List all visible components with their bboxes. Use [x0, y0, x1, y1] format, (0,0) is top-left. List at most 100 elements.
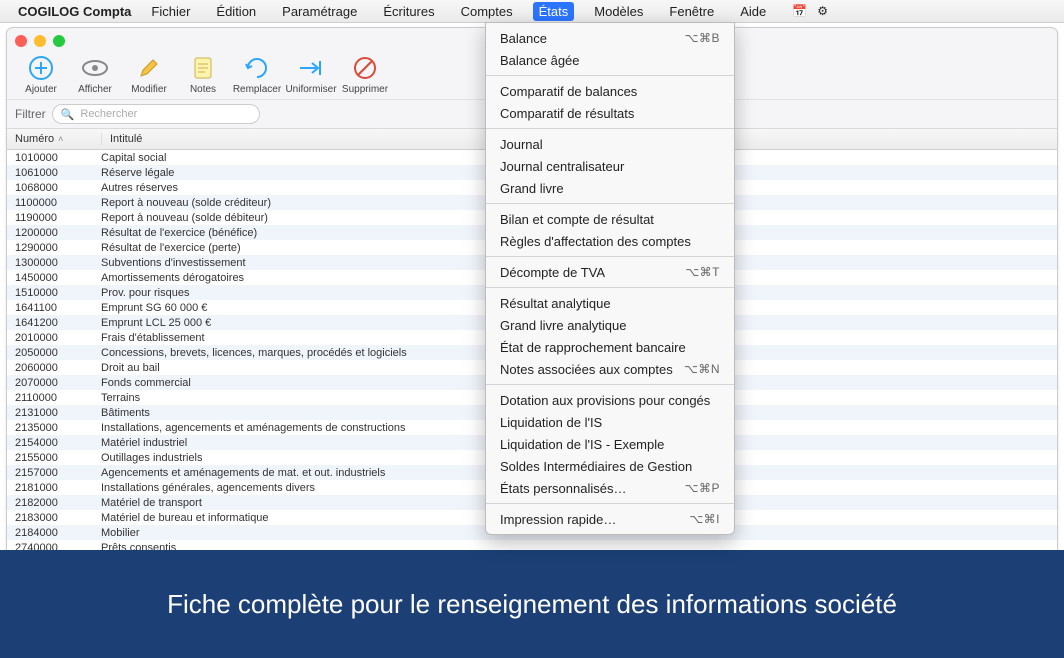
search-input[interactable]: 🔍 Rechercher — [52, 104, 260, 124]
menu-item[interactable]: Soldes Intermédiaires de Gestion — [486, 455, 734, 477]
menu-item[interactable]: Décompte de TVA ⌥⌘T — [486, 261, 734, 283]
etats-menu: Balance ⌥⌘B Balance âgée Comparatif de bala… — [485, 22, 735, 535]
menu-item-label: Décompte de TVA — [500, 265, 605, 280]
cell-numero: 1641100 — [7, 302, 97, 314]
menu-modèles[interactable]: Modèles — [588, 2, 649, 21]
menu-paramétrage[interactable]: Paramétrage — [276, 2, 363, 21]
menu-item[interactable]: Liquidation de l'IS - Exemple — [486, 433, 734, 455]
cell-numero: 2154000 — [7, 437, 97, 449]
cell-numero: 2070000 — [7, 377, 97, 389]
close-icon[interactable] — [15, 35, 27, 47]
menu-item-label: Balance — [500, 31, 547, 46]
cell-numero: 1450000 — [7, 272, 97, 284]
edit-button[interactable]: Modifier — [123, 54, 175, 95]
notes-label: Notes — [177, 84, 229, 95]
menu-separator — [486, 287, 734, 288]
menu-item-label: Balance âgée — [500, 53, 580, 68]
menu-item-label: Soldes Intermédiaires de Gestion — [500, 459, 692, 474]
cell-numero: 2110000 — [7, 392, 97, 404]
menu-item[interactable]: Grand livre — [486, 177, 734, 199]
menu-item[interactable]: Grand livre analytique — [486, 314, 734, 336]
menubar: COGILOG Compta Fichier Édition Paramétrage… — [0, 0, 1064, 23]
menu-comptes[interactable]: Comptes — [455, 2, 519, 21]
add-button[interactable]: Ajouter — [15, 54, 67, 95]
menu-item-label: Liquidation de l'IS — [500, 415, 602, 430]
menu-item[interactable]: Dotation aux provisions pour congés — [486, 389, 734, 411]
menu-item[interactable]: Liquidation de l'IS — [486, 411, 734, 433]
menu-item-label: Comparatif de résultats — [500, 106, 634, 121]
notes-button[interactable]: Notes — [177, 54, 229, 95]
filter-label: Filtrer — [15, 107, 46, 121]
cell-numero: 2157000 — [7, 467, 97, 479]
cell-numero: 1300000 — [7, 257, 97, 269]
minimize-icon[interactable] — [34, 35, 46, 47]
cell-numero: 2181000 — [7, 482, 97, 494]
banner: Fiche complète pour le renseignement des… — [0, 550, 1064, 658]
replace-button[interactable]: Remplacer — [231, 54, 283, 95]
cell-numero: 1290000 — [7, 242, 97, 254]
menu-separator — [486, 503, 734, 504]
cell-numero: 1010000 — [7, 152, 97, 164]
menu-item-label: Impression rapide… — [500, 512, 616, 527]
menu-item-label: Grand livre analytique — [500, 318, 626, 333]
menu-item[interactable]: Bilan et compte de résultat — [486, 208, 734, 230]
cell-numero: 2010000 — [7, 332, 97, 344]
menu-item[interactable]: Règles d'affectation des comptes — [486, 230, 734, 252]
menu-item[interactable]: Comparatif de balances — [486, 80, 734, 102]
column-numero[interactable]: Numéro˄ — [7, 133, 102, 145]
menu-item[interactable]: Comparatif de résultats — [486, 102, 734, 124]
add-label: Ajouter — [15, 84, 67, 95]
menu-item[interactable]: États personnalisés… ⌥⌘P — [486, 477, 734, 499]
menu-aide[interactable]: Aide — [734, 2, 772, 21]
cell-numero: 2183000 — [7, 512, 97, 524]
menu-item[interactable]: Balance âgée — [486, 49, 734, 71]
menu-item-label: Dotation aux provisions pour congés — [500, 393, 710, 408]
delete-button[interactable]: Supprimer — [339, 54, 391, 95]
menu-item-label: État de rapprochement bancaire — [500, 340, 686, 355]
eye-icon — [81, 54, 109, 82]
cell-numero: 2155000 — [7, 452, 97, 464]
view-button[interactable]: Afficher — [69, 54, 121, 95]
cell-numero: 1061000 — [7, 167, 97, 179]
notes-icon — [189, 54, 217, 82]
menu-item-shortcut: ⌥⌘N — [684, 362, 720, 376]
menu-separator — [486, 75, 734, 76]
cell-numero: 2182000 — [7, 497, 97, 509]
menu-item[interactable]: Journal centralisateur — [486, 155, 734, 177]
uniform-button[interactable]: Uniformiser — [285, 54, 337, 95]
menu-item[interactable]: Notes associées aux comptes ⌥⌘N — [486, 358, 734, 380]
menu-item[interactable]: Balance ⌥⌘B — [486, 27, 734, 49]
menu-item[interactable]: Journal — [486, 133, 734, 155]
menu-item-label: Grand livre — [500, 181, 564, 196]
menu-item-label: Notes associées aux comptes — [500, 362, 673, 377]
menu-item-shortcut: ⌥⌘B — [685, 31, 720, 45]
menu-item-shortcut: ⌥⌘I — [689, 512, 720, 526]
menu-item[interactable]: Résultat analytique — [486, 292, 734, 314]
search-icon: 🔍 — [61, 108, 75, 121]
uniform-icon — [297, 54, 325, 82]
menu-item-label: Liquidation de l'IS - Exemple — [500, 437, 664, 452]
cell-numero: 2135000 — [7, 422, 97, 434]
menu-item[interactable]: Impression rapide… ⌥⌘I — [486, 508, 734, 530]
menu-item-label: États personnalisés… — [500, 481, 626, 496]
cell-numero: 2050000 — [7, 347, 97, 359]
pencil-icon — [135, 54, 163, 82]
menu-item-shortcut: ⌥⌘P — [685, 481, 720, 495]
menu-écritures[interactable]: Écritures — [377, 2, 440, 21]
menu-item-label: Résultat analytique — [500, 296, 611, 311]
menu-item-label: Comparatif de balances — [500, 84, 637, 99]
replace-label: Remplacer — [231, 84, 283, 95]
menu-fichier[interactable]: Fichier — [145, 2, 196, 21]
menu-états[interactable]: États — [533, 2, 575, 21]
menu-fenêtre[interactable]: Fenêtre — [663, 2, 720, 21]
cell-numero: 2131000 — [7, 407, 97, 419]
zoom-icon[interactable] — [53, 35, 65, 47]
calendar-icon[interactable]: 📅 — [792, 4, 807, 18]
menu-item-shortcut: ⌥⌘T — [685, 265, 720, 279]
gear-icon[interactable]: ⚙︎ — [817, 4, 828, 18]
menu-item[interactable]: État de rapprochement bancaire — [486, 336, 734, 358]
menu-édition[interactable]: Édition — [210, 2, 262, 21]
cell-numero: 2184000 — [7, 527, 97, 539]
app-name[interactable]: COGILOG Compta — [18, 4, 131, 19]
delete-label: Supprimer — [339, 84, 391, 95]
